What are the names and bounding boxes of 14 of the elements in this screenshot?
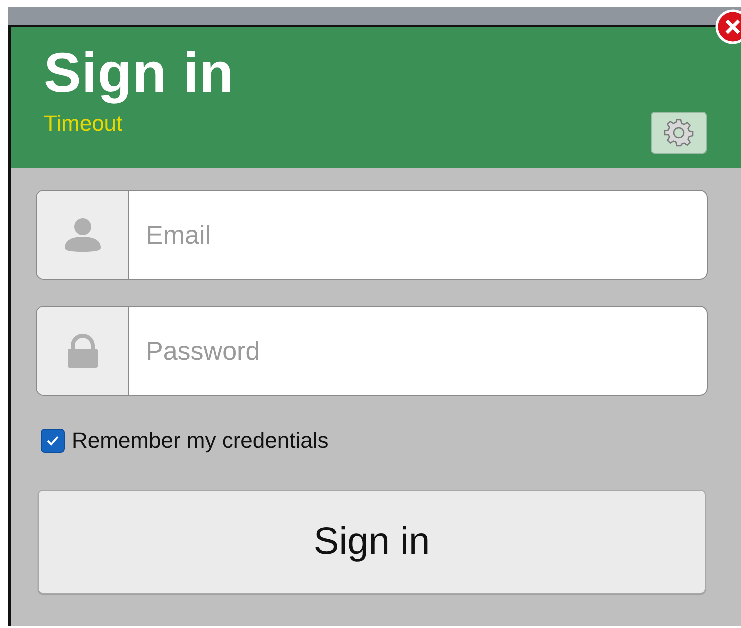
- checkbox-label: Remember my credentials: [72, 427, 329, 455]
- password-input[interactable]: Password: [129, 307, 707, 395]
- password-field[interactable]: Password: [36, 306, 708, 396]
- dialog-title: Sign in: [44, 41, 234, 105]
- settings-icon: [664, 118, 694, 148]
- lock-icon: [66, 334, 98, 368]
- sign-in-button[interactable]: Sign in: [38, 490, 706, 594]
- checkbox[interactable]: [41, 429, 65, 453]
- email-input[interactable]: Email: [129, 191, 707, 279]
- settings-button[interactable]: [651, 112, 707, 154]
- status-label: Timeout: [44, 111, 124, 137]
- person-icon: [64, 218, 102, 252]
- email-field[interactable]: Email: [36, 190, 708, 280]
- checkmark-icon: [46, 435, 60, 447]
